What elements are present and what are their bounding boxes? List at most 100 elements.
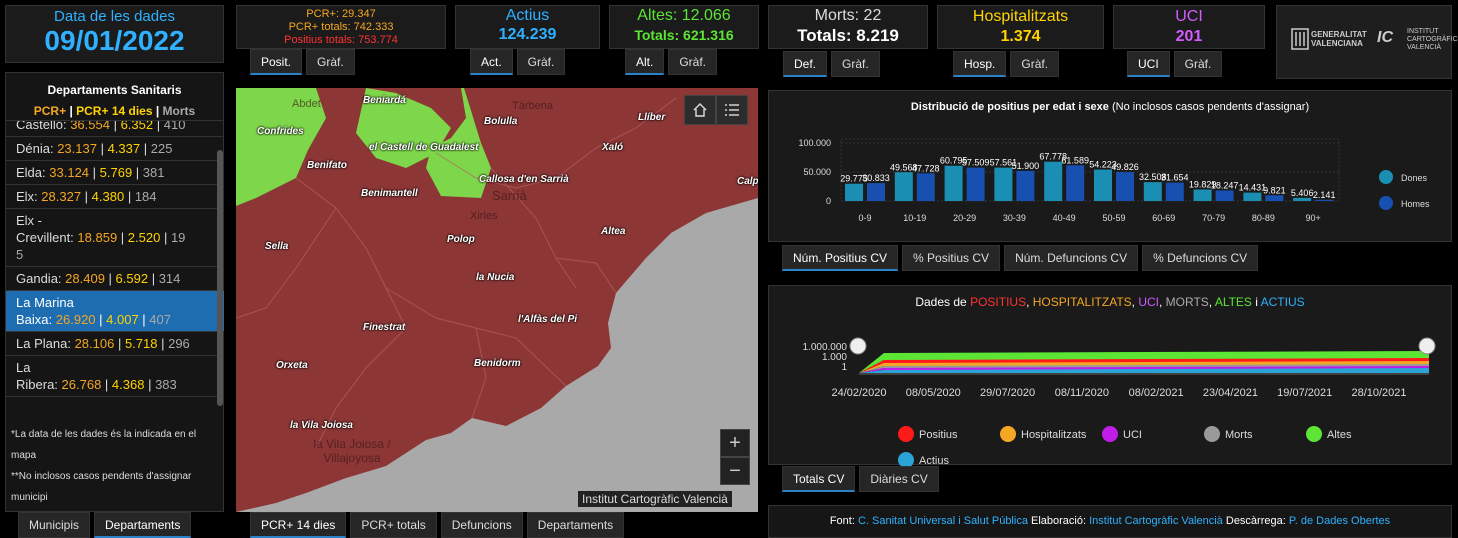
bar	[1265, 195, 1284, 201]
elaboration-link[interactable]: Institut Cartogràfic Valencià	[1089, 515, 1223, 527]
tab-alt[interactable]: Alt.	[625, 49, 665, 75]
tab-hosp[interactable]: Hosp.	[953, 51, 1007, 77]
y-tick-label: 50.000	[803, 167, 831, 177]
bar	[867, 183, 885, 201]
tab-alt-graf[interactable]: Gràf.	[668, 49, 718, 75]
tab-defuncions[interactable]: Defuncions	[440, 512, 523, 538]
y-tick-label: 100.000	[798, 138, 831, 148]
tab-num-positius[interactable]: Núm. Positius CV	[782, 245, 899, 271]
layer-list-button[interactable]	[716, 95, 748, 125]
tab-diaries-cv[interactable]: Diàries CV	[859, 466, 939, 492]
tab-departaments[interactable]: Departaments	[94, 512, 192, 538]
data-label: 57.509	[962, 158, 990, 168]
tab-uci-graf[interactable]: Gràf.	[1173, 51, 1223, 77]
list-item[interactable]: Gandia: 28.409 | 6.592 | 314	[6, 267, 224, 291]
legend-label: Morts	[1225, 429, 1253, 441]
tab-pct-defuncions[interactable]: % Defuncions CV	[1142, 245, 1259, 271]
x-tick-label: 23/04/2021	[1203, 387, 1258, 399]
tab-pcr-totals[interactable]: PCR+ totals	[350, 512, 437, 538]
actius-tabs: Act. Gràf.	[470, 49, 566, 75]
footer: Font: C. Sanitat Universal i Salut Públi…	[768, 505, 1452, 538]
list-item[interactable]: Elx: 28.327 | 4.380 | 184	[6, 185, 224, 209]
positius-total: Positius totals: 753.774	[284, 34, 398, 46]
map-label: Bolulla	[484, 116, 518, 127]
list-item[interactable]: Castelló: 36.554 | 6.352 | 410	[6, 121, 224, 137]
map-base-label: Xirles	[470, 210, 498, 222]
zoom-in-button[interactable]: +	[720, 429, 750, 457]
tab-departaments-map[interactable]: Departaments	[526, 512, 625, 538]
list-scrollbar[interactable]	[217, 150, 223, 406]
map-base-label: Sarrià	[492, 188, 527, 203]
date-value: 09/01/2022	[44, 25, 185, 56]
x-tick-label: 40-49	[1053, 213, 1076, 223]
data-label: 18.247	[1211, 180, 1239, 190]
x-tick-label: 60-69	[1152, 213, 1175, 223]
tab-num-defuncions[interactable]: Núm. Defuncions CV	[1004, 245, 1139, 271]
department-list[interactable]: Castelló: 36.554 | 6.352 | 410 Dénia: 23…	[6, 120, 224, 416]
timeline-tabs: Totals CV Diàries CV	[782, 466, 939, 492]
home-button[interactable]	[684, 95, 716, 125]
download-link[interactable]: P. de Dades Obertes	[1289, 515, 1390, 527]
tab-def-graf[interactable]: Gràf.	[831, 51, 880, 77]
gva-logo-icon	[1291, 28, 1309, 50]
note-pending: **No inclosos casos pendents d'assignar …	[11, 471, 192, 503]
map-view[interactable]: Abdet Beniardá Confrides Bolulla Tàrbena…	[236, 88, 758, 512]
tab-act[interactable]: Act.	[470, 49, 513, 75]
timeline-title: Dades de POSITIUS, HOSPITALITZATS, UCI, …	[915, 295, 1305, 309]
map-label: la Vila Joiosa	[290, 420, 353, 431]
altes-panel: Altes: 12.066 Totals: 621.316	[609, 5, 759, 49]
y-tick-label: 1	[841, 362, 847, 373]
list-item[interactable]: Dénia: 23.137 | 4.337 | 225	[6, 137, 224, 161]
bar	[994, 167, 1013, 201]
bar	[894, 172, 913, 201]
data-label: 47.728	[912, 163, 940, 173]
altes-tabs: Alt. Gràf.	[625, 49, 718, 75]
map-label: Xaló	[602, 142, 624, 153]
map-label: Finestrat	[363, 322, 406, 333]
age-bar-chart[interactable]: 100.00050.000029.77530.8330-949.56847.72…	[769, 121, 1453, 241]
source-link[interactable]: C. Sanitat Universal i Salut Pública	[858, 515, 1028, 527]
x-tick-label: 19/07/2021	[1277, 387, 1332, 399]
bar	[1243, 192, 1262, 201]
home-icon	[693, 103, 707, 117]
tab-pct-positius[interactable]: % Positius CV	[902, 245, 1001, 271]
logos-panel: GENERALITAT VALENCIANA IC INSTITUT CARTOGR…	[1276, 5, 1458, 79]
list-item-selected[interactable]: La Marina Baixa: 26.920 | 4.007 | 407	[6, 291, 224, 332]
bar	[1143, 182, 1162, 201]
data-label: 5.406	[1291, 188, 1314, 198]
tab-totals-cv[interactable]: Totals CV	[782, 466, 856, 492]
zoom-out-button[interactable]: −	[720, 457, 750, 485]
tab-pcr-graf[interactable]: Gràf.	[306, 49, 355, 75]
tab-posit[interactable]: Posit.	[250, 49, 303, 75]
data-label: 14.431	[1239, 183, 1267, 193]
legend-swatch	[898, 426, 914, 442]
x-tick-label: 20-29	[953, 213, 976, 223]
tab-municipis[interactable]: Municipis	[18, 512, 91, 538]
bar	[1193, 189, 1212, 201]
tab-pcr14[interactable]: PCR+ 14 dies	[250, 512, 347, 538]
altes-label: Altes: 12.066	[637, 7, 731, 24]
tab-act-graf[interactable]: Gràf.	[516, 49, 566, 75]
timeline-line-chart[interactable]: 1.000.0001.000124/02/2020 08/05/2020 29/07…	[769, 316, 1453, 466]
icv-logo-text: INSTITUT CARTOGRÀFIC VALENCIÀ	[1407, 28, 1458, 51]
list-item[interactable]: Elx - Crevillent: 18.859 | 2.520 | 19 5	[6, 209, 224, 267]
x-tick-label: 08/11/2020	[1055, 387, 1109, 399]
legend-swatch	[1102, 426, 1118, 442]
y-tick-label: 0	[826, 196, 831, 206]
timeline-chart-panel: Dades de POSITIUS, HOSPITALITZATS, UCI, …	[768, 285, 1453, 466]
hosp-value: 1.374	[1000, 28, 1041, 45]
tab-uci[interactable]: UCI	[1127, 51, 1170, 77]
legend-swatch	[1379, 170, 1393, 184]
uci-tabs: UCI Gràf.	[1127, 51, 1223, 77]
tab-hosp-graf[interactable]: Gràf.	[1010, 51, 1060, 77]
list-item[interactable]: La Ribera: 26.768 | 4.368 | 383	[6, 356, 224, 397]
list-item[interactable]: La Plana: 28.106 | 5.718 | 296	[6, 332, 224, 356]
x-tick-label: 30-39	[1003, 213, 1026, 223]
map-label: Benifato	[307, 160, 347, 171]
morts-panel: Morts: 22 Totals: 8.219	[768, 5, 928, 49]
tab-def[interactable]: Def.	[783, 51, 828, 77]
list-item[interactable]: Elda: 33.124 | 5.769 | 381	[6, 161, 224, 185]
map-label: la Nucia	[476, 272, 515, 283]
bar	[1066, 165, 1085, 201]
hosp-tabs: Hosp. Gràf.	[953, 51, 1060, 77]
